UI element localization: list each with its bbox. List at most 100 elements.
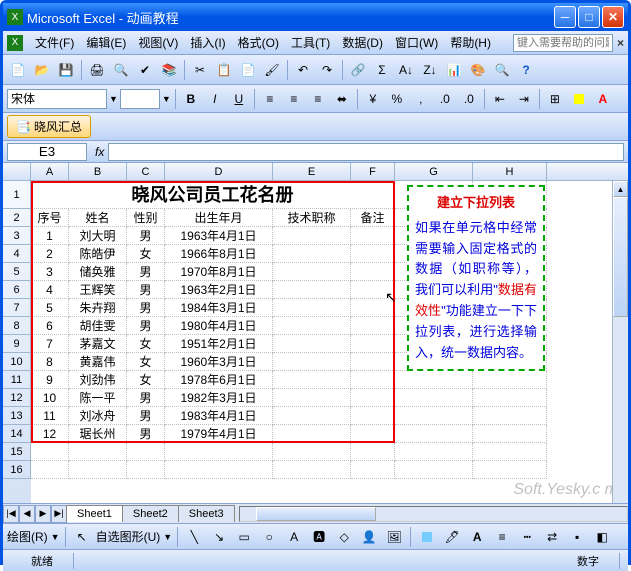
copy-button[interactable]: 📋 <box>213 59 235 81</box>
cell[interactable] <box>351 227 395 245</box>
cell[interactable]: 刘大明 <box>69 227 127 245</box>
cell[interactable] <box>273 227 351 245</box>
currency-button[interactable]: ¥ <box>362 88 384 110</box>
cell[interactable]: 6 <box>31 317 69 335</box>
cell[interactable]: 王辉笑 <box>69 281 127 299</box>
cell[interactable]: 男 <box>127 407 165 425</box>
col-header-D[interactable]: D <box>165 163 273 180</box>
chart-button[interactable]: 📊 <box>443 59 465 81</box>
name-box[interactable] <box>7 143 87 161</box>
maximize-button[interactable]: □ <box>578 6 600 28</box>
cell[interactable]: 12 <box>31 425 69 443</box>
oval-button[interactable]: ○ <box>258 526 280 548</box>
3d-button[interactable]: ◧ <box>591 526 613 548</box>
info-textbox[interactable]: 建立下拉列表如果在单元格中经常需要输入固定格式的数据（如职称等），我们可以利用"… <box>407 185 545 371</box>
decrease-indent-button[interactable]: ⇤ <box>489 88 511 110</box>
increase-decimal-button[interactable]: .0 <box>434 88 456 110</box>
cell[interactable]: 男 <box>127 389 165 407</box>
draw-menu[interactable]: 绘图(R) <box>7 528 48 545</box>
cell[interactable] <box>395 425 473 443</box>
cell[interactable] <box>273 335 351 353</box>
cell[interactable]: 刘冰舟 <box>69 407 127 425</box>
open-button[interactable]: 📂 <box>31 59 53 81</box>
cell[interactable]: 陈一平 <box>69 389 127 407</box>
cell[interactable] <box>273 281 351 299</box>
font-select[interactable] <box>7 89 107 109</box>
row-header-9[interactable]: 9 <box>3 335 31 353</box>
font-size-select[interactable] <box>120 89 160 109</box>
cell[interactable] <box>69 461 127 479</box>
cell[interactable] <box>473 443 547 461</box>
cell[interactable] <box>165 461 273 479</box>
cell[interactable] <box>473 371 547 389</box>
tab-first-button[interactable]: |◀ <box>3 505 19 523</box>
cell[interactable]: 1 <box>31 227 69 245</box>
cell[interactable]: 男 <box>127 281 165 299</box>
cell[interactable]: 4 <box>31 281 69 299</box>
cell[interactable] <box>351 443 395 461</box>
undo-button[interactable]: ↶ <box>292 59 314 81</box>
cell[interactable] <box>273 461 351 479</box>
cell[interactable] <box>273 245 351 263</box>
decrease-decimal-button[interactable]: .0 <box>458 88 480 110</box>
cell[interactable] <box>273 407 351 425</box>
menu-item-8[interactable]: 帮助(H) <box>444 32 497 53</box>
horizontal-scrollbar[interactable] <box>239 506 628 522</box>
preview-button[interactable]: 🔍 <box>110 59 132 81</box>
cell[interactable]: 琚长州 <box>69 425 127 443</box>
cell[interactable] <box>127 443 165 461</box>
row-header-3[interactable]: 3 <box>3 227 31 245</box>
italic-button[interactable]: I <box>204 88 226 110</box>
spell-button[interactable]: ✔ <box>134 59 156 81</box>
cell[interactable] <box>351 389 395 407</box>
cell[interactable]: 1970年8月1日 <box>165 263 273 281</box>
cell[interactable] <box>31 461 69 479</box>
row-header-16[interactable]: 16 <box>3 461 31 479</box>
cell[interactable]: 茅嘉文 <box>69 335 127 353</box>
sheet-tab-Sheet1[interactable]: Sheet1 <box>66 505 123 522</box>
col-header-G[interactable]: G <box>395 163 473 180</box>
cell[interactable] <box>273 425 351 443</box>
tab-prev-button[interactable]: ◀ <box>19 505 35 523</box>
borders-button[interactable]: ⊞ <box>544 88 566 110</box>
cell[interactable]: 1979年4月1日 <box>165 425 273 443</box>
arrow-button[interactable]: ↘ <box>208 526 230 548</box>
cell[interactable]: 11 <box>31 407 69 425</box>
cell[interactable]: 7 <box>31 335 69 353</box>
cell[interactable] <box>273 299 351 317</box>
font-color-draw-button[interactable]: A <box>466 526 488 548</box>
col-header-H[interactable]: H <box>473 163 547 180</box>
cell[interactable] <box>351 425 395 443</box>
cell[interactable]: 陈皓伊 <box>69 245 127 263</box>
bold-button[interactable]: B <box>180 88 202 110</box>
cell[interactable]: 女 <box>127 335 165 353</box>
line-style-button[interactable]: ≡ <box>491 526 513 548</box>
menu-item-6[interactable]: 数据(D) <box>336 32 389 53</box>
row-header-13[interactable]: 13 <box>3 407 31 425</box>
cell[interactable]: 1960年3月1日 <box>165 353 273 371</box>
autosum-button[interactable]: Σ <box>371 59 393 81</box>
cell[interactable]: 3 <box>31 263 69 281</box>
scroll-up-button[interactable]: ▲ <box>613 181 628 197</box>
zoom-button[interactable]: 🔍 <box>491 59 513 81</box>
line-color-button[interactable]: 🖊 <box>441 526 463 548</box>
select-all-corner[interactable] <box>3 163 31 180</box>
cut-button[interactable]: ✂ <box>189 59 211 81</box>
col-header-F[interactable]: F <box>351 163 395 180</box>
research-button[interactable]: 📚 <box>158 59 180 81</box>
save-button[interactable]: 💾 <box>55 59 77 81</box>
row-header-6[interactable]: 6 <box>3 281 31 299</box>
header-cell[interactable]: 性别 <box>127 209 165 227</box>
hscroll-thumb[interactable] <box>256 507 376 521</box>
cell[interactable]: 2 <box>31 245 69 263</box>
col-header-A[interactable]: A <box>31 163 69 180</box>
line-button[interactable]: ╲ <box>183 526 205 548</box>
row-header-4[interactable]: 4 <box>3 245 31 263</box>
underline-button[interactable]: U <box>228 88 250 110</box>
picture-button[interactable]: 🖼 <box>383 526 405 548</box>
rectangle-button[interactable]: ▭ <box>233 526 255 548</box>
cell[interactable]: 男 <box>127 425 165 443</box>
menu-item-0[interactable]: 文件(F) <box>29 32 80 53</box>
cell[interactable] <box>473 389 547 407</box>
cell[interactable] <box>165 443 273 461</box>
